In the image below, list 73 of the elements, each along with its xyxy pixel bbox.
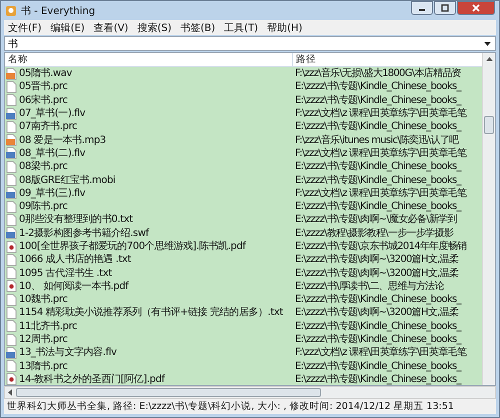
file-path[interactable]: F:\zzz\音乐\itunes music\陈奕迅\认了吧 [293, 134, 458, 147]
menu-item[interactable]: 文件(F) [8, 20, 42, 34]
column-header[interactable]: 路径 [293, 53, 482, 66]
file-name[interactable]: 10、 如何阅读一本书.pdf [19, 280, 128, 293]
file-name[interactable]: 05晋书.prc [19, 80, 68, 94]
maximize-icon [440, 4, 450, 12]
file-name[interactable]: 09陈书.prc [19, 200, 68, 214]
file-path[interactable]: F:\zzz\文档\z 课程\田英章练字\田英章毛笔 [293, 146, 466, 160]
file-name[interactable]: 11北齐书.prc [19, 320, 78, 333]
file-name[interactable]: 09_草书(三).flv [19, 186, 86, 200]
file-path[interactable]: E:\zzzz\书\专题\Kindle_Chinese_books_ [293, 320, 461, 333]
file-name[interactable]: 1154 精彩耽美小说推荐系列（有书评+链接 完结的居多）.txt [19, 306, 283, 320]
menu-item[interactable]: 搜索(S) [137, 20, 172, 34]
file-name[interactable]: 13_书法与文字内容.flv [19, 346, 117, 360]
maximize-button[interactable] [434, 1, 456, 15]
file-name[interactable]: 13隋书.prc [19, 360, 68, 373]
file-path[interactable]: F:\zzz\音乐\无损\盛大1800G\本店精品资 [293, 67, 461, 80]
file-path[interactable]: E:\zzzz\书\专题\Kindle_Chinese_books_ [293, 360, 461, 373]
search-field[interactable]: 书 [4, 36, 496, 51]
file-name[interactable]: 10魏书.prc [19, 293, 68, 306]
file-name[interactable]: 100[全世界孩子都爱玩的700个思维游戏].陈书凯.pdf [19, 240, 246, 253]
file-name[interactable]: 1-2摄影构图参考书籍介绍.swf [19, 226, 149, 240]
file-path[interactable]: E:\zzzz\书\专题\Kindle_Chinese_books_ [293, 372, 461, 385]
file-path[interactable]: E:\zzzz\书\专题\肉啊~\3200篇H文,温柔 [293, 253, 458, 266]
minimize-button[interactable] [411, 1, 433, 15]
file-name[interactable]: 07南齐书.prc [19, 120, 78, 134]
scroll-left-icon[interactable] [8, 389, 12, 396]
menu-item[interactable]: 查看(V) [94, 20, 128, 34]
file-name[interactable]: 1095 古代淫书生 .txt [19, 266, 112, 280]
file-name[interactable]: 05隋书.wav [19, 67, 72, 80]
file-path[interactable]: F:\zzz\文档\z 课程\田英章练字\田英章毛笔 [293, 107, 466, 120]
scroll-thumb[interactable] [16, 388, 321, 397]
scroll-thumb[interactable] [484, 116, 494, 134]
file-path[interactable]: E:\zzzz\书\专题\Kindle_Chinese_books_ [293, 94, 461, 107]
file-name[interactable]: 14-教科书之外的圣西门[阿亿].pdf [19, 372, 165, 385]
file-name[interactable]: 06宋书.prc [19, 94, 68, 107]
menu-item[interactable]: 帮助(H) [267, 20, 302, 34]
menu-item[interactable]: 工具(T) [224, 20, 258, 34]
file-path[interactable]: E:\zzzz\书\专题\京东书城2014年年度畅销 [293, 240, 466, 253]
close-icon [471, 4, 481, 12]
menu-item[interactable]: 编辑(E) [50, 20, 85, 34]
file-name[interactable]: 08版GRE红宝书.mobi [19, 174, 116, 187]
horizontal-scrollbar[interactable] [4, 386, 496, 399]
file-path[interactable]: E:\zzzz\书\专题\肉啊~\3200篇H文,温柔 [293, 306, 458, 320]
file-path[interactable]: F:\zzz\文档\z 课程\田英章练字\田英章毛笔 [293, 186, 466, 200]
file-path[interactable]: E:\zzzz\书\专题\Kindle_Chinese_books_ [293, 160, 461, 174]
column-header[interactable]: 名称 [5, 53, 293, 66]
file-path[interactable]: F:\zzz\文档\z 课程\田英章练字\田英章毛笔 [293, 346, 466, 360]
file-name[interactable]: 08_草书(二).flv [19, 146, 86, 160]
file-path[interactable]: E:\zzzz\书\专题\Kindle_Chinese_books_ [293, 80, 461, 94]
file-name[interactable]: 1066 成人书店的艳遇 .txt [19, 253, 131, 266]
file-name[interactable]: 12周书.prc [19, 333, 68, 346]
search-input[interactable]: 书 [5, 38, 484, 50]
scroll-up-icon[interactable] [486, 57, 492, 61]
close-button[interactable] [457, 1, 495, 15]
file-path[interactable]: E:\zzzz\书\厚读书\二、思维与方法论 [293, 280, 444, 293]
file-name[interactable]: 08 爱是一本书.mp3 [19, 134, 106, 147]
file-path[interactable]: E:\zzzz\书\专题\Kindle_Chinese_books_ [293, 293, 461, 306]
status-text: 世界科幻大师丛书全集, 路径: E:\zzzz\书\专题\科幻小说, 大小: , 修改时间: 2014/12/12 星期五 13:51 [7, 400, 454, 413]
vertical-scrollbar[interactable] [482, 53, 495, 385]
file-path[interactable]: E:\zzzz\书\专题\Kindle_Chinese_books_ [293, 120, 461, 134]
file-name[interactable]: 08梁书.prc [19, 160, 68, 174]
file-path[interactable]: E:\zzzz\书\专题\Kindle_Chinese_books_ [293, 333, 461, 346]
window-title: 书 - Everything [21, 4, 96, 18]
dropdown-arrow-icon[interactable] [484, 42, 491, 46]
file-name[interactable]: 07_草书(一).flv [19, 107, 86, 120]
file-path[interactable]: E:\zzzz\书\专题\Kindle_Chinese_books_ [293, 174, 461, 187]
menu-item[interactable]: 书签(B) [180, 20, 216, 34]
file-path[interactable]: E:\zzzz\书\专题\Kindle_Chinese_books_ [293, 200, 461, 214]
file-path[interactable]: E:\zzzz\书\专题\肉啊~\魔女必备\新学到 [293, 213, 457, 226]
file-name[interactable]: 0那些没有整理到的书0.txt [19, 213, 133, 226]
file-path[interactable]: E:\zzzz\书\专题\肉啊~\3200篇H文,温柔 [293, 266, 458, 280]
file-path[interactable]: E:\zzzz\教程\摄影教程\一步一步学摄影 [293, 226, 454, 240]
